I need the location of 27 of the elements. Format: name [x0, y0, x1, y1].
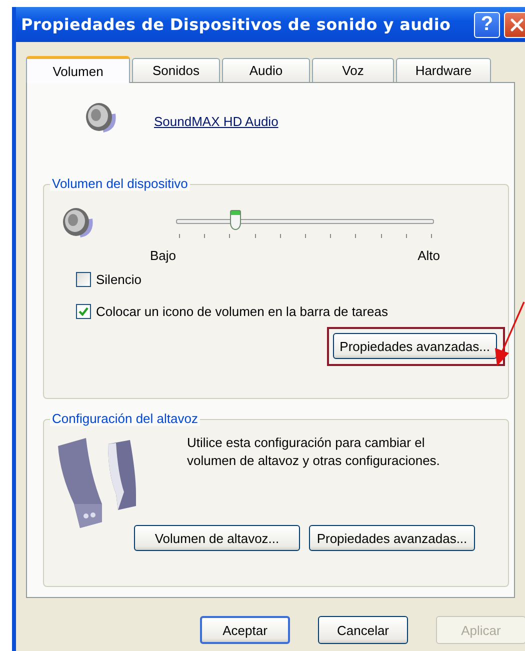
checkbox[interactable]: [76, 272, 91, 286]
dialog-button[interactable]: Aceptar: [200, 616, 290, 644]
annotation-arrow: [494, 301, 525, 367]
speaker-button[interactable]: Propiedades avanzadas...: [309, 525, 475, 551]
description-text: Utilice esta configuración para cambiar el volumen de altavoz y otras configuraciones.: [187, 434, 441, 470]
device-link[interactable]: SoundMAX HD Audio: [154, 114, 278, 128]
tab[interactable]: Audio: [222, 58, 310, 82]
min-label: Bajo: [150, 248, 176, 263]
speaker-button[interactable]: Volumen de altavoz...: [134, 525, 300, 551]
checkbox[interactable]: [76, 304, 91, 318]
volume-slider[interactable]: [176, 209, 434, 231]
close-icon: [509, 16, 525, 32]
group-title: Configuración del altavoz: [50, 411, 200, 426]
tab[interactable]: Hardware: [396, 58, 491, 82]
window-title: Propiedades de Dispositivos de sonido y audio: [21, 15, 452, 34]
help-button[interactable]: ?: [474, 12, 500, 38]
tab[interactable]: Sonidos: [132, 58, 220, 82]
dialog-button[interactable]: Cancelar: [318, 616, 408, 644]
advanced-properties-button[interactable]: Propiedades avanzadas...: [332, 333, 497, 359]
slider-thumb[interactable]: [230, 210, 242, 230]
tab[interactable]: Voz: [312, 58, 394, 82]
checkbox-label: Silencio: [96, 272, 142, 286]
close-button[interactable]: [504, 12, 525, 38]
checkbox-label: Colocar un icono de volumen en la barra de tareas: [96, 304, 388, 318]
tab[interactable]: Volumen: [26, 56, 130, 83]
group-title: Volumen del dispositivo: [50, 176, 190, 191]
max-label: Alto: [418, 248, 440, 263]
